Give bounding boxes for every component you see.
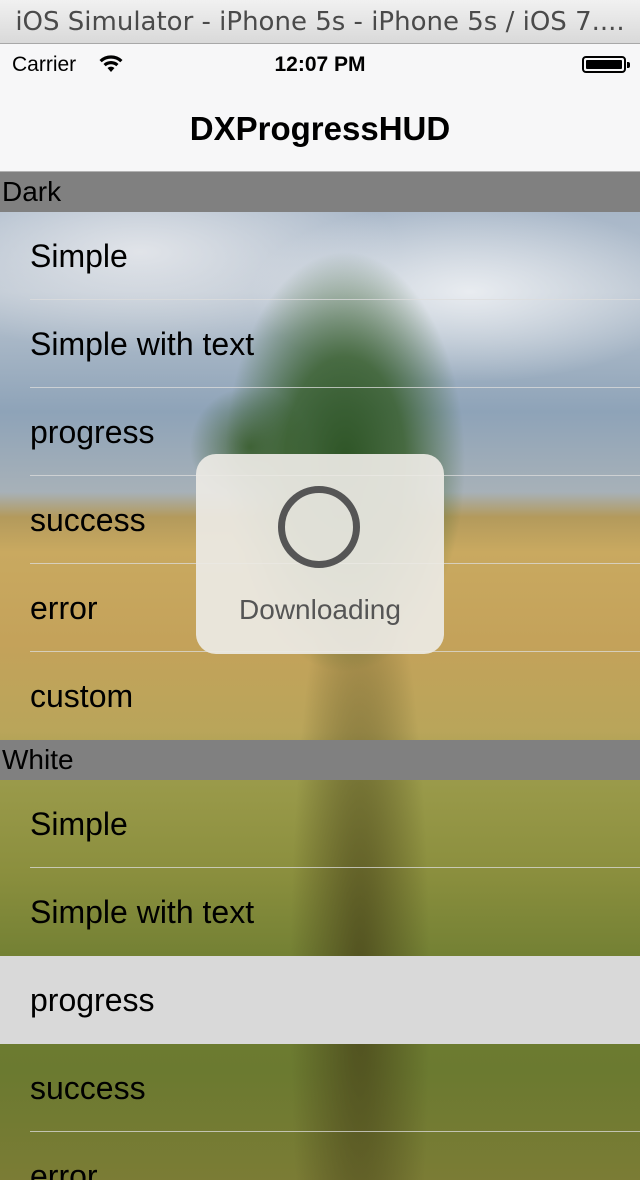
row-label: error	[30, 1158, 98, 1180]
row-label: error	[30, 590, 98, 626]
table-row[interactable]: custom	[0, 652, 640, 740]
row-label: success	[30, 1070, 146, 1106]
table-row[interactable]: error	[0, 1132, 640, 1180]
section-header-label: Dark	[2, 176, 62, 207]
simulator-window-title: iOS Simulator - iPhone 5s - iPhone 5s / …	[15, 6, 625, 37]
progress-hud: Downloading	[196, 454, 444, 654]
nav-title: DXProgressHUD	[189, 109, 451, 147]
row-label: progress	[30, 982, 155, 1018]
table-row[interactable]: success	[0, 1044, 640, 1132]
row-label: success	[30, 502, 146, 538]
row-label: Simple with text	[30, 894, 255, 930]
section-header-white: White	[0, 740, 640, 780]
section-header-label: White	[2, 744, 74, 775]
table-row[interactable]: Simple	[0, 212, 640, 300]
table-view[interactable]: Dark Simple Simple with text progress su…	[0, 172, 640, 1180]
row-label: custom	[30, 678, 134, 714]
row-label: progress	[30, 414, 155, 450]
simulator-title-bar: iOS Simulator - iPhone 5s - iPhone 5s / …	[0, 0, 640, 44]
battery-icon	[582, 56, 630, 73]
table-row[interactable]: Simple with text	[0, 300, 640, 388]
status-time: 12:07 PM	[274, 53, 366, 76]
table-row[interactable]: Simple with text	[0, 868, 640, 956]
row-label: Simple	[30, 806, 128, 842]
section-header-dark: Dark	[0, 172, 640, 212]
progress-ring-icon	[278, 486, 360, 568]
table-row[interactable]: Simple	[0, 780, 640, 868]
row-label: Simple	[30, 238, 128, 274]
hud-label: Downloading	[239, 594, 401, 625]
status-bar: Carrier 12:07 PM	[0, 44, 640, 86]
navigation-bar: DXProgressHUD	[0, 86, 640, 172]
table-row-selected[interactable]: progress	[0, 956, 640, 1044]
row-label: Simple with text	[30, 326, 255, 362]
